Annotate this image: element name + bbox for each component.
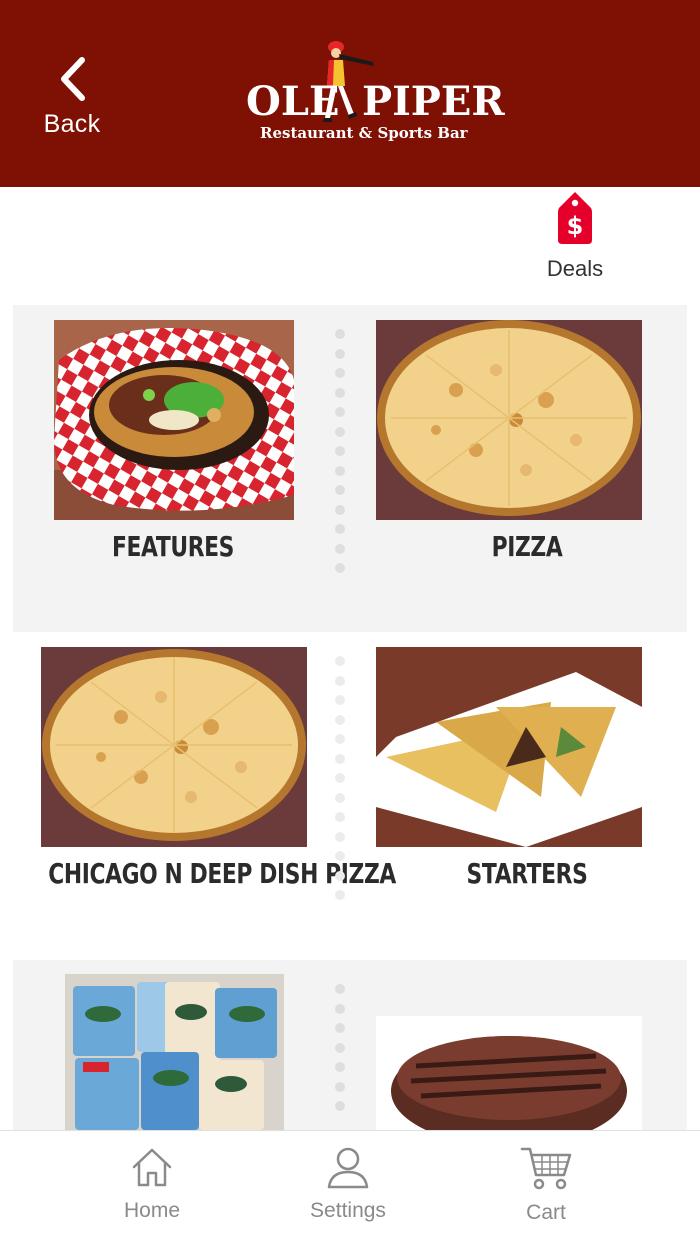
category-tile-pizza[interactable]: PIZZA <box>367 305 687 632</box>
app-header: Back OLE PIPER Restaurant & Sports Bar <box>0 0 700 187</box>
category-image <box>65 974 284 1130</box>
logo-word-left: OLE <box>246 78 340 125</box>
category-tile-chicago-deep-dish[interactable]: CHICAGO N DEEP DISH PIZZA <box>13 632 396 959</box>
category-row <box>13 960 687 1135</box>
category-row: CHICAGO N DEEP DISH PIZZA STARTERS <box>13 632 687 959</box>
ole-piper-logo: OLE PIPER Restaurant & Sports Bar <box>240 38 505 148</box>
category-image <box>376 320 642 520</box>
back-button[interactable]: Back <box>36 56 108 146</box>
tab-label: Settings <box>310 1199 386 1222</box>
deals-label: Deals <box>546 256 604 281</box>
row-divider <box>335 656 345 910</box>
category-tile-starters[interactable]: STARTERS <box>367 632 687 959</box>
category-tile-features[interactable]: FEATURES <box>13 305 333 632</box>
home-icon <box>132 1148 172 1187</box>
category-label: CHICAGO N DEEP DISH PIZZA <box>48 857 396 890</box>
tab-home[interactable]: Home <box>92 1145 212 1223</box>
price-tag-dollar-icon: $ <box>558 192 592 244</box>
tab-settings[interactable]: Settings <box>288 1145 408 1223</box>
category-tile-burgers[interactable] <box>367 960 687 1135</box>
row-divider <box>335 984 345 1121</box>
logo-word-right: PIPER <box>362 78 505 125</box>
tab-label: Cart <box>526 1201 566 1224</box>
category-label: FEATURES <box>111 530 235 563</box>
svg-text:$: $ <box>567 212 584 240</box>
cart-icon <box>520 1147 572 1190</box>
tab-cart[interactable]: Cart <box>486 1145 606 1225</box>
back-label: Back <box>43 110 101 138</box>
category-image <box>54 320 294 520</box>
category-image <box>376 647 642 847</box>
user-icon <box>327 1147 369 1189</box>
category-label: STARTERS <box>466 857 588 890</box>
row-divider <box>335 329 345 583</box>
category-label: PIZZA <box>491 530 563 563</box>
deals-button[interactable]: $ Deals <box>540 190 610 290</box>
tab-label: Home <box>123 1199 181 1222</box>
category-tile-dressings[interactable] <box>13 960 333 1135</box>
logo-subtitle: Restaurant & Sports Bar <box>260 124 468 142</box>
category-image <box>41 647 307 847</box>
chevron-left-icon <box>61 57 85 101</box>
category-image <box>376 1016 642 1130</box>
category-row: FEATURES PIZZA <box>13 305 687 632</box>
bottom-tab-bar: Home Settings Cart <box>0 1130 700 1244</box>
